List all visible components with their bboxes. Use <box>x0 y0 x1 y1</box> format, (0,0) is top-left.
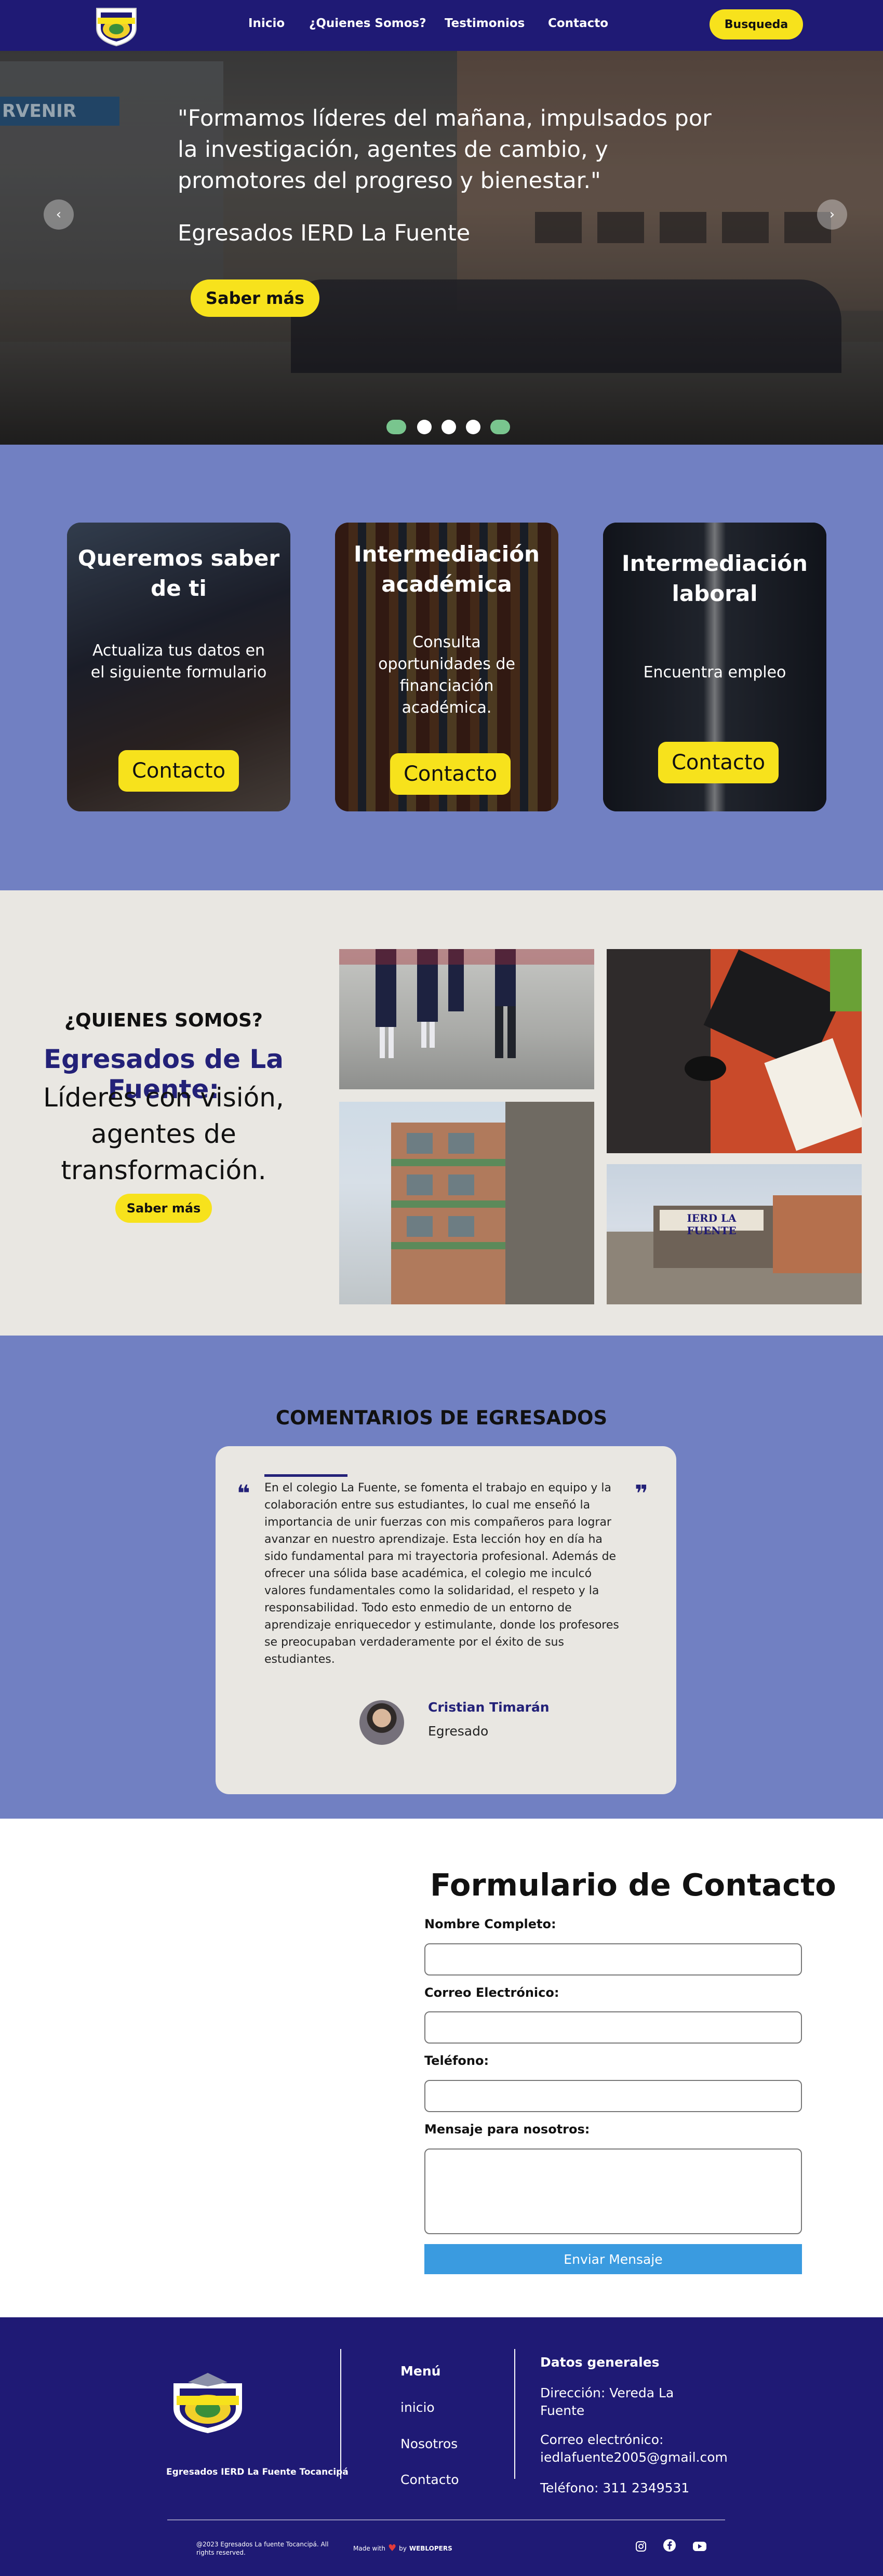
footer-menu-title: Menú <box>400 2364 441 2379</box>
footer-link-inicio[interactable]: inicio <box>400 2400 435 2415</box>
photo-students-walking <box>339 949 594 1089</box>
about-saber-mas-button[interactable]: Saber más <box>115 1194 212 1223</box>
carousel-indicator[interactable] <box>386 420 406 434</box>
heart-icon: ♥ <box>387 2543 397 2554</box>
nav-link-testimonios[interactable]: Testimonios <box>445 17 525 30</box>
hero-saber-mas-button[interactable]: Saber más <box>191 279 319 317</box>
footer-brand: Egresados IERD La Fuente Tocancipá <box>166 2467 349 2477</box>
nav-link-inicio[interactable]: Inicio <box>248 17 285 30</box>
card-title: Intermediación académica <box>354 541 540 597</box>
facebook-icon[interactable] <box>661 2537 678 2554</box>
card-title: Queremos saber de ti <box>77 545 280 601</box>
card-contacto-button[interactable]: Contacto <box>118 750 239 792</box>
gate-sign-text: IERD LA FUENTE <box>687 1212 737 1237</box>
footer-phone: Teléfono: 311 2349531 <box>540 2480 690 2495</box>
carousel-prev-icon[interactable]: ‹ <box>44 199 74 230</box>
card-description: Consulta oportunidades de financiación a… <box>378 633 515 717</box>
nav-link-contacto[interactable]: Contacto <box>548 17 608 30</box>
made-with-text: Made with <box>353 2544 385 2552</box>
footer-info-title: Datos generales <box>540 2355 660 2370</box>
footer-credits: Made with ♥ by WEBLOPERS <box>353 2543 452 2554</box>
carousel-indicator[interactable] <box>417 420 432 434</box>
footer-email-label: Correo electrónico: <box>540 2432 664 2447</box>
footer-rule <box>167 2519 725 2520</box>
search-button[interactable]: Busqueda <box>710 9 803 39</box>
quote-open-icon: ❝ <box>237 1480 250 1507</box>
testimonials-heading: COMENTARIOS DE EGRESADOS <box>275 1407 608 1429</box>
carousel-indicator[interactable] <box>490 420 510 434</box>
copyright-line-2: rights reserved. <box>196 2549 246 2556</box>
card-title: Intermediación laboral <box>622 551 808 606</box>
name-input[interactable] <box>424 1943 802 1976</box>
card-description: Encuentra empleo <box>643 663 786 682</box>
photo-student-laptop <box>607 949 862 1153</box>
label-mensaje: Mensaje para nosotros: <box>424 2122 590 2137</box>
avatar <box>359 1700 404 1745</box>
footer-address: Dirección: Vereda La Fuente <box>540 2385 674 2418</box>
photo-school-building <box>339 1102 594 1304</box>
card-description: Actualiza tus datos en el siguiente form… <box>90 642 267 682</box>
label-nombre: Nombre Completo: <box>424 1917 556 1931</box>
label-telefono: Teléfono: <box>424 2053 489 2068</box>
footer-divider <box>340 2349 341 2479</box>
carousel-indicator[interactable] <box>442 420 456 434</box>
hero-subtitle: Egresados IERD La Fuente <box>178 220 471 246</box>
footer-link-nosotros[interactable]: Nosotros <box>400 2436 458 2451</box>
testimonial-accent-bar <box>264 1474 347 1477</box>
quote-close-icon: ❞ <box>635 1480 648 1507</box>
footer-divider <box>514 2349 515 2479</box>
top-navbar: Inicio ¿Quienes Somos? Testimonios Conta… <box>0 0 883 51</box>
service-card-academic: Intermediación académica Consulta oportu… <box>335 523 558 811</box>
nav-link-quienes-somos[interactable]: ¿Quienes Somos? <box>309 17 426 30</box>
carousel-indicator[interactable] <box>466 420 480 434</box>
footer-email[interactable]: iedlafuente2005@gmail.com <box>540 2450 728 2465</box>
copyright-line-1: @2023 Egresados La fuente Tocancipá. All <box>196 2541 329 2548</box>
testimonial-role: Egresado <box>428 1724 489 1739</box>
carousel-next-icon[interactable]: › <box>817 199 847 230</box>
footer-logo[interactable] <box>167 2368 248 2435</box>
form-title: Formulario de Contacto <box>430 1867 836 1903</box>
testimonial-text: En el colegio La Fuente, se fomenta el t… <box>264 1481 619 1666</box>
card-contacto-button[interactable]: Contacto <box>658 742 779 783</box>
by-text: by <box>399 2544 407 2552</box>
service-card-labor: Intermediación laboral Encuentra empleo … <box>603 523 826 811</box>
footer-link-contacto[interactable]: Contacto <box>400 2472 459 2487</box>
submit-button[interactable]: Enviar Mensaje <box>424 2244 802 2274</box>
service-card-contact: Queremos saber de ti Actualiza tus datos… <box>67 523 290 811</box>
card-contacto-button[interactable]: Contacto <box>390 753 511 795</box>
label-correo: Correo Electrónico: <box>424 1985 559 2000</box>
phone-input[interactable] <box>424 2080 802 2112</box>
youtube-icon[interactable] <box>691 2538 708 2555</box>
about-kicker: ¿QUIENES SOMOS? <box>64 1010 263 1031</box>
footer-copyright: @2023 Egresados La fuente Tocancipá. All… <box>196 2540 328 2557</box>
about-tagline: Líderes con visión, agentes de transform… <box>43 1083 284 1185</box>
school-logo[interactable] <box>91 4 141 47</box>
email-input[interactable] <box>424 2011 802 2044</box>
photo-school-gate: IERD LA FUENTE <box>607 1164 862 1304</box>
developer-name[interactable]: WEBLOPERS <box>409 2545 452 2552</box>
message-textarea[interactable] <box>424 2148 802 2234</box>
hero-quote: "Formamos líderes del mañana, impulsados… <box>178 105 712 194</box>
testimonial-name: Cristian Timarán <box>428 1700 550 1715</box>
instagram-icon[interactable] <box>632 2538 650 2555</box>
